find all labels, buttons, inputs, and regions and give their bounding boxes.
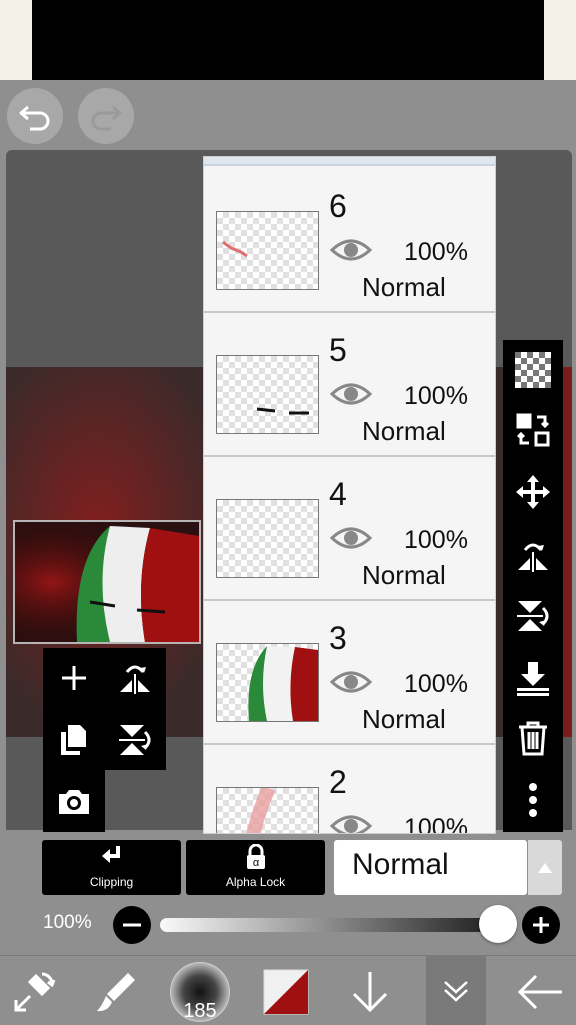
- opacity-decrease-button[interactable]: [113, 906, 151, 944]
- more-icon[interactable]: [513, 780, 553, 820]
- opacity-value: 100%: [43, 912, 92, 933]
- layer-blend-mode: Normal: [362, 272, 446, 302]
- blend-mode-select[interactable]: Normal: [334, 840, 527, 895]
- brush-size-button[interactable]: 185: [170, 962, 230, 1022]
- layer-number: 2: [329, 764, 347, 800]
- minus-icon: [123, 923, 141, 927]
- bottom-toolbar: 185: [0, 955, 576, 1025]
- flip-icon[interactable]: [113, 656, 157, 700]
- layer-number: 3: [329, 620, 347, 656]
- brush-tool-icon[interactable]: [86, 962, 146, 1022]
- down-arrow-icon[interactable]: [340, 962, 400, 1022]
- layer-tools-toolbar: [503, 340, 563, 832]
- undo-icon: [19, 105, 50, 131]
- layer-thumbnail[interactable]: [216, 643, 319, 722]
- layer-number: 5: [329, 332, 347, 368]
- opacity-slider-thumb[interactable]: [479, 905, 517, 943]
- visibility-eye-icon[interactable]: [330, 668, 372, 696]
- layer-row[interactable]: 6 100% Normal: [204, 168, 495, 313]
- plus-icon: [533, 917, 549, 933]
- layer-opacity: 100%: [404, 238, 468, 266]
- preview-image: [15, 522, 199, 642]
- layer-opacity: 100%: [404, 526, 468, 554]
- visibility-eye-icon[interactable]: [330, 380, 372, 408]
- layer-row[interactable]: 5 100% Normal: [204, 312, 495, 457]
- status-bar-blank: [32, 0, 544, 80]
- camera-icon[interactable]: [52, 780, 96, 824]
- layer-blend-mode: Normal: [362, 416, 446, 446]
- double-chevron-down-icon: [444, 980, 468, 1002]
- alpha-lock-label: Alpha Lock: [225, 875, 286, 889]
- blend-mode-value: Normal: [352, 848, 449, 881]
- transform-tool-icon[interactable]: [4, 962, 64, 1022]
- clipping-label: Clipping: [89, 875, 134, 889]
- redo-button[interactable]: [78, 88, 134, 144]
- copy-layer-icon[interactable]: [52, 718, 96, 762]
- clipping-arrow-icon: [102, 846, 120, 863]
- layer-row[interactable]: 3 100% Normal: [204, 600, 495, 745]
- layer-panel[interactable]: 6 100% Normal 5 100% Normal 4 100% Norma…: [203, 156, 496, 834]
- layer-opacity: 100%: [404, 814, 468, 834]
- layer-thumbnail[interactable]: [216, 211, 319, 290]
- layer-number: 6: [329, 188, 347, 224]
- alpha-lock-button[interactable]: α Alpha Lock: [186, 840, 325, 895]
- transparency-icon[interactable]: [513, 350, 553, 390]
- flip-vertical-icon[interactable]: [513, 596, 553, 636]
- visibility-eye-icon[interactable]: [330, 812, 372, 834]
- brush-size-icon: 185: [170, 962, 230, 1022]
- layer-row[interactable]: 2 100%: [204, 744, 495, 834]
- layer-blend-mode: Normal: [362, 704, 446, 734]
- opacity-increase-button[interactable]: [522, 906, 560, 944]
- flip-horizontal-icon[interactable]: [513, 536, 553, 576]
- layer-panel-scroll-edge: [204, 157, 495, 166]
- rotate-layer-icon[interactable]: [113, 718, 157, 762]
- layer-thumbnail[interactable]: [216, 499, 319, 578]
- lock-icon: α: [247, 844, 265, 869]
- layer-opacity: 100%: [404, 670, 468, 698]
- layer-row[interactable]: 4 100% Normal: [204, 456, 495, 601]
- swap-layer-icon[interactable]: [513, 410, 553, 450]
- brush-size-value: 185: [183, 1000, 217, 1022]
- layer-number: 4: [329, 476, 347, 512]
- clipping-button[interactable]: Clipping: [42, 840, 181, 895]
- blend-mode-dropdown-button[interactable]: [528, 840, 562, 895]
- add-layer-icon[interactable]: [52, 656, 96, 700]
- color-swatch-icon: [263, 969, 309, 1015]
- layer-thumbnail[interactable]: [216, 355, 319, 434]
- canvas-preview[interactable]: [13, 520, 201, 644]
- color-swatch-button[interactable]: [256, 962, 316, 1022]
- undo-button[interactable]: [7, 88, 63, 144]
- opacity-slider[interactable]: [160, 918, 502, 932]
- visibility-eye-icon[interactable]: [330, 524, 372, 552]
- svg-text:α: α: [253, 857, 260, 869]
- redo-icon: [91, 105, 122, 131]
- move-icon[interactable]: [513, 472, 553, 512]
- merge-down-icon[interactable]: [513, 658, 553, 698]
- layer-thumbnail[interactable]: [216, 787, 319, 833]
- back-arrow-icon[interactable]: [510, 962, 570, 1022]
- layer-opacity: 100%: [404, 382, 468, 410]
- visibility-eye-icon[interactable]: [330, 236, 372, 264]
- layer-blend-mode: Normal: [362, 560, 446, 590]
- layer-actions-toolbar: [43, 648, 166, 832]
- trash-icon[interactable]: [513, 718, 553, 758]
- chevron-up-icon: [538, 862, 552, 873]
- layers-collapse-button[interactable]: [426, 956, 486, 1025]
